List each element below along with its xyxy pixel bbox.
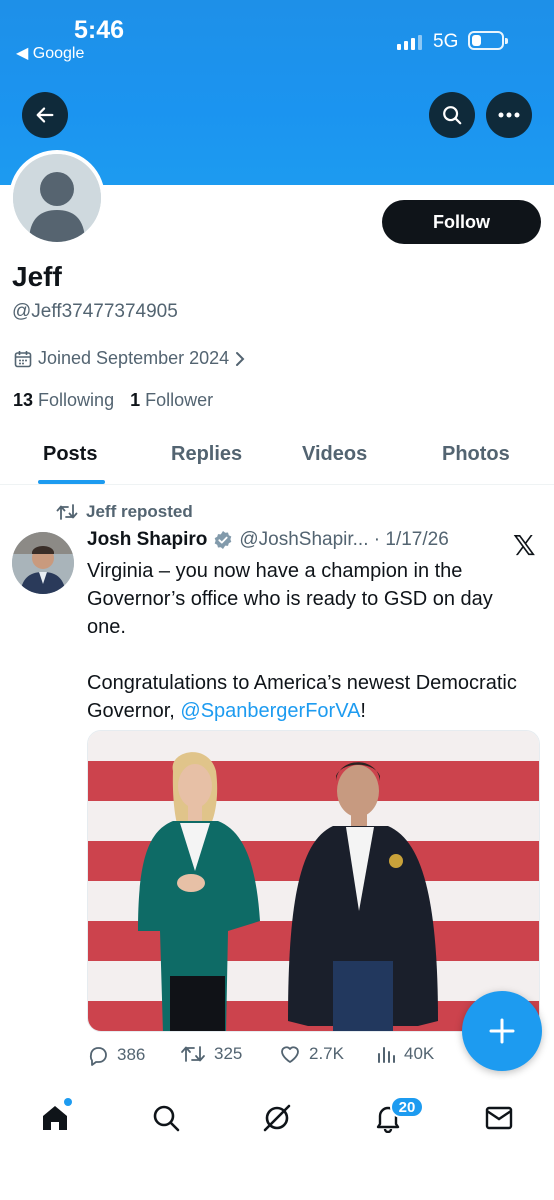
home-notification-dot xyxy=(64,1098,72,1106)
profile-avatar[interactable] xyxy=(9,150,105,246)
network-label: 5G xyxy=(433,31,459,52)
calendar-icon xyxy=(14,350,32,367)
views-count: 40K xyxy=(404,1044,435,1063)
bottom-navigation: 20 xyxy=(0,1080,554,1200)
author-avatar[interactable] xyxy=(12,532,74,594)
signal-icon xyxy=(397,34,422,50)
tab-replies[interactable]: Replies xyxy=(171,443,242,466)
battery-icon xyxy=(468,31,508,50)
compose-button[interactable] xyxy=(462,991,542,1071)
verified-icon xyxy=(215,531,232,549)
grok-icon xyxy=(263,1104,291,1132)
views-button[interactable]: 40K xyxy=(376,1044,434,1064)
reply-icon xyxy=(89,1047,107,1066)
tab-posts[interactable]: Posts xyxy=(43,443,97,466)
followers-count: 1 xyxy=(130,390,141,410)
tweet-paragraph-2: Congratulations to America’s newest Demo… xyxy=(87,669,527,725)
repost-icon xyxy=(181,1046,205,1062)
mail-icon xyxy=(485,1106,513,1130)
search-icon xyxy=(153,1105,180,1132)
tab-videos[interactable]: Videos xyxy=(302,443,367,466)
views-icon xyxy=(378,1047,395,1063)
repost-count: 325 xyxy=(214,1044,243,1063)
tweet-paragraph-2-end: ! xyxy=(360,700,366,722)
following-link[interactable]: 13 Following xyxy=(13,390,114,411)
reply-count: 386 xyxy=(117,1045,146,1064)
repost-label: Jeff reposted xyxy=(86,502,193,521)
tweet-text: Virginia – you now have a champion in th… xyxy=(87,557,527,725)
more-icon xyxy=(498,112,520,118)
more-options-button[interactable] xyxy=(486,92,532,138)
author-name[interactable]: Josh Shapiro xyxy=(87,529,207,551)
back-to-app-link[interactable]: ◀ Google xyxy=(16,43,84,63)
nav-grok[interactable] xyxy=(257,1098,297,1138)
tab-photos[interactable]: Photos xyxy=(442,443,510,466)
following-label: Following xyxy=(38,390,115,410)
joined-date[interactable]: Joined September 2024 xyxy=(14,348,245,369)
like-button[interactable]: 2.7K xyxy=(279,1044,344,1064)
back-arrow-icon xyxy=(36,107,54,123)
notifications-badge: 20 xyxy=(390,1096,424,1118)
like-count: 2.7K xyxy=(309,1044,344,1063)
follow-stats: 13 Following 1 Follower xyxy=(13,390,213,411)
search-icon xyxy=(443,106,462,125)
reply-button[interactable]: 386 xyxy=(87,1044,145,1066)
followers-link[interactable]: 1 Follower xyxy=(130,390,213,411)
repost-icon xyxy=(56,504,78,520)
user-handle: @Jeff37477374905 xyxy=(12,301,178,322)
following-count: 13 xyxy=(13,390,34,410)
tweet-paragraph-1: Virginia – you now have a champion in th… xyxy=(87,560,493,638)
home-icon xyxy=(43,1106,67,1130)
active-tab-indicator xyxy=(38,480,105,484)
back-button[interactable] xyxy=(22,92,68,138)
tweet-photo[interactable] xyxy=(87,730,540,1032)
followers-label: Follower xyxy=(145,390,214,410)
search-button[interactable] xyxy=(429,92,475,138)
like-icon xyxy=(281,1046,299,1063)
follow-button[interactable]: Follow xyxy=(382,200,541,244)
nav-messages[interactable] xyxy=(479,1098,519,1138)
repost-indicator: Jeff reposted xyxy=(56,502,193,522)
nav-search[interactable] xyxy=(146,1098,186,1138)
status-time: 5:46 xyxy=(74,16,125,44)
mention-link[interactable]: @SpanbergerForVA xyxy=(180,700,360,722)
display-name: Jeff xyxy=(12,261,62,292)
chevron-right-icon xyxy=(236,351,245,366)
tweet-header: Josh Shapiro @JoshShapir... · 1/17/26 xyxy=(87,529,449,551)
plus-icon xyxy=(489,1018,515,1044)
repost-button[interactable]: 325 xyxy=(180,1044,242,1064)
author-handle-date: @JoshShapir... · 1/17/26 xyxy=(239,529,449,550)
profile-tabs: Posts Replies Videos Photos xyxy=(0,432,554,485)
joined-label: Joined September 2024 xyxy=(38,348,230,368)
